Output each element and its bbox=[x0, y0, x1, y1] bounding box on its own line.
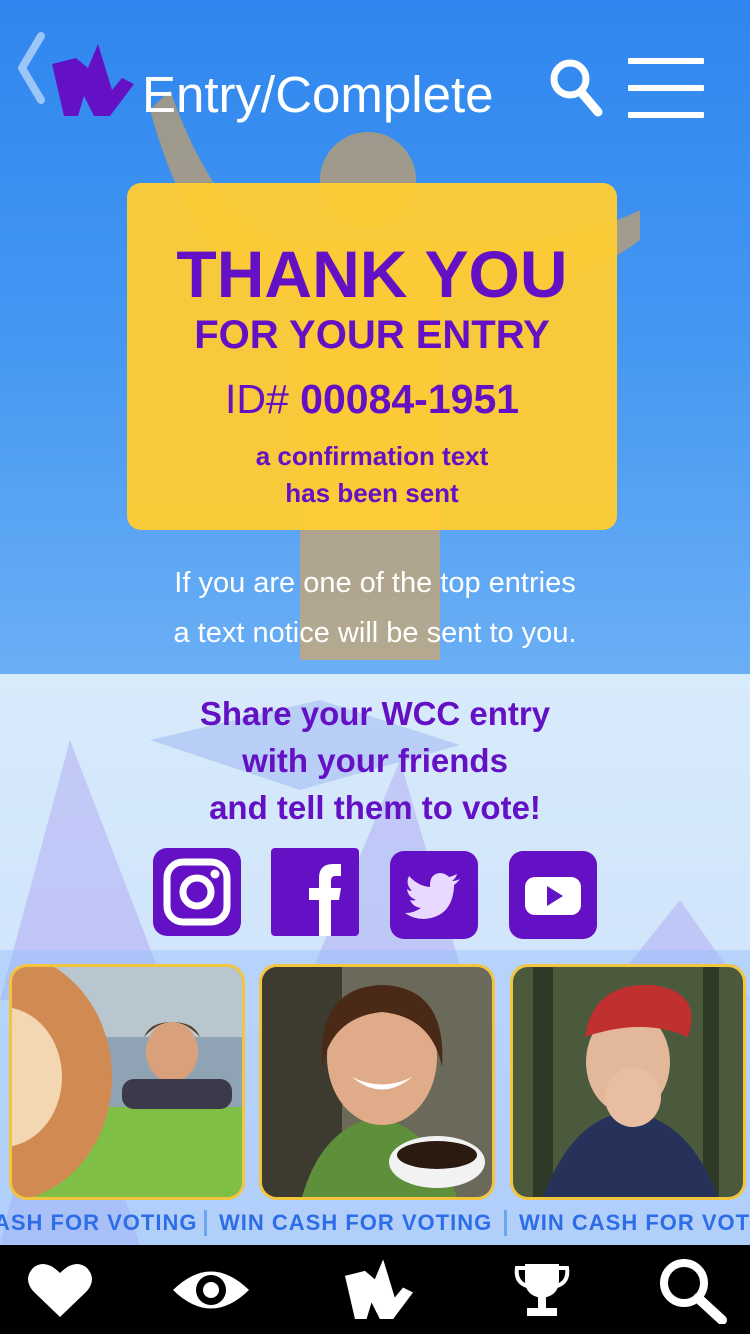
tab-view[interactable] bbox=[166, 1245, 256, 1334]
heart-icon bbox=[28, 1263, 92, 1317]
facebook-icon[interactable] bbox=[271, 848, 359, 936]
top-entries-notice: If you are one of the top entries a text… bbox=[0, 558, 750, 658]
ticker-segment-2: WIN CASH FOR VOTING bbox=[219, 1210, 493, 1235]
instagram-icon[interactable] bbox=[153, 848, 241, 936]
confirmation-text: a confirmation text has been sent bbox=[127, 438, 617, 512]
entry-id-prefix: ID# bbox=[224, 376, 289, 422]
notice-line-2: a text notice will be sent to you. bbox=[173, 617, 577, 649]
wcc-logo-icon bbox=[345, 1258, 413, 1319]
share-prompt: Share your WCC entry with your friends a… bbox=[0, 690, 750, 831]
trophy-icon bbox=[514, 1263, 570, 1316]
entry-photo-1[interactable] bbox=[9, 964, 245, 1200]
confirmation-line-2: has been sent bbox=[285, 478, 459, 508]
hamburger-menu-icon[interactable] bbox=[628, 58, 704, 118]
share-line-3: and tell them to vote! bbox=[209, 789, 541, 826]
search-icon bbox=[660, 1258, 727, 1324]
eye-icon bbox=[173, 1271, 249, 1308]
notice-line-1: If you are one of the top entries bbox=[174, 567, 576, 599]
page-title: Entry/Complete bbox=[142, 66, 494, 123]
for-your-entry-text: FOR YOUR ENTRY bbox=[194, 313, 550, 357]
tab-home[interactable] bbox=[336, 1245, 422, 1334]
entry-photo-2[interactable] bbox=[259, 964, 495, 1200]
search-icon[interactable] bbox=[548, 56, 604, 118]
tab-search[interactable] bbox=[652, 1245, 732, 1334]
youtube-icon[interactable] bbox=[509, 851, 597, 939]
tab-leaderboard[interactable] bbox=[505, 1245, 579, 1334]
entry-id-value: 00084-1951 bbox=[300, 376, 520, 422]
share-line-2: with your friends bbox=[242, 742, 508, 779]
back-chevron-icon[interactable] bbox=[14, 30, 48, 106]
ticker-divider bbox=[504, 1210, 507, 1236]
share-line-1: Share your WCC entry bbox=[199, 695, 551, 732]
wcc-logo-icon[interactable] bbox=[50, 40, 136, 122]
tab-favorites[interactable] bbox=[18, 1245, 102, 1334]
ticker-segment-3: WIN CASH FOR VOTING bbox=[519, 1210, 750, 1235]
twitter-icon[interactable] bbox=[390, 851, 478, 939]
entry-complete-screen: Entry/Complete THANK YOU FOR YOUR ENTRY … bbox=[0, 0, 750, 1334]
bottom-tab-bar bbox=[0, 1245, 750, 1334]
thank-you-heading: THANK YOU bbox=[176, 237, 568, 311]
confirmation-line-1: a confirmation text bbox=[255, 441, 489, 471]
entry-photo-3[interactable] bbox=[510, 964, 746, 1200]
ticker-segment-1: ASH FOR VOTING bbox=[0, 1210, 198, 1235]
entry-id: ID# 00084-1951 bbox=[127, 376, 617, 422]
thank-you-card: THANK YOU FOR YOUR ENTRY ID# 00084-1951 … bbox=[127, 183, 617, 530]
win-cash-ticker: ASH FOR VOTING WIN CASH FOR VOTING WIN C… bbox=[0, 1208, 750, 1238]
ticker-divider bbox=[204, 1210, 207, 1236]
